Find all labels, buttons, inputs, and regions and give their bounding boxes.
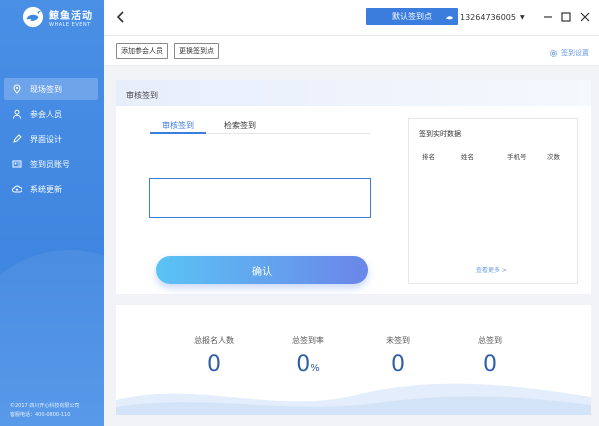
stat-value: 0 — [391, 352, 405, 377]
user-phone: 13264736005 — [460, 12, 516, 22]
user-icon — [13, 109, 21, 119]
stat-label: 未签到 — [386, 336, 410, 345]
sidebar-item-update[interactable]: 系统更新 — [4, 178, 98, 200]
stat-value: 0 — [207, 352, 221, 377]
tab-review-checkin[interactable]: 审核签到 — [162, 120, 194, 131]
pen-icon — [13, 134, 22, 143]
checkin-code-input[interactable] — [149, 178, 371, 218]
sidebar-item-label: 参会人员 — [30, 109, 62, 119]
sidebar-item-attendees[interactable]: 参会人员 — [4, 103, 98, 125]
minimize-icon[interactable] — [542, 11, 554, 23]
maximize-icon[interactable] — [560, 11, 572, 23]
realtime-data-panel: 签到实时数据 排名 姓名 手机号 次数 查看更多 > — [408, 118, 578, 284]
stat-total-checked-in: 总签到 0 — [450, 335, 530, 377]
back-arrow-icon[interactable] — [114, 10, 128, 24]
stat-value: 0 — [483, 352, 497, 377]
sidebar-nav: 现场签到 参会人员 界面设计 签到员账号 系统更新 — [4, 78, 98, 203]
column-rank: 排名 — [422, 153, 435, 161]
column-phone: 手机号 — [507, 153, 527, 161]
checkin-tabs: 审核签到 检索签到 — [150, 120, 370, 134]
sidebar-footer: ©2017 四川开心科技有限公司 客服电话：400-0800-110 — [10, 402, 79, 420]
sidebar-item-label: 现场签到 — [30, 84, 62, 94]
app-name: 鲸鱼活动 — [49, 10, 93, 22]
whale-logo-icon — [22, 6, 44, 28]
sidebar-item-checkin[interactable]: 现场签到 — [4, 78, 98, 100]
change-checkin-point-button[interactable]: 更换签到点 — [174, 43, 219, 59]
add-attendee-button[interactable]: 添加参会人员 — [116, 43, 168, 59]
stat-total-registered: 总报名人数 0 — [174, 335, 254, 377]
confirm-button[interactable]: 确认 — [156, 256, 368, 284]
action-toolbar: 添加参会人员 更换签到点 签到设置 — [104, 36, 599, 66]
app-logo: 鲸鱼活动 WHALE EVENT — [22, 6, 93, 28]
support-phone: 客服电话：400-0800-110 — [10, 412, 71, 418]
sidebar: 鲸鱼活动 WHALE EVENT 现场签到 参会人员 界面设计 签到员账号 系统… — [0, 0, 104, 426]
stat-label: 总签到率 — [292, 336, 324, 345]
sidebar-item-design[interactable]: 界面设计 — [4, 128, 98, 150]
gear-icon — [549, 49, 558, 57]
card-header: 审核签到 — [116, 80, 591, 106]
sidebar-item-label: 签到员账号 — [30, 159, 70, 169]
app-subtitle: WHALE EVENT — [49, 21, 91, 28]
stat-label: 总签到 — [478, 336, 502, 345]
settings-label: 签到设置 — [561, 49, 589, 57]
view-more-link[interactable]: 查看更多 > — [476, 265, 507, 274]
tab-search-checkin[interactable]: 检索签到 — [224, 120, 256, 131]
sidebar-item-label: 界面设计 — [30, 134, 62, 144]
decorative-waves — [116, 383, 591, 415]
avatar — [442, 10, 456, 24]
id-card-icon — [12, 160, 22, 168]
realtime-table-header: 排名 姓名 手机号 次数 — [409, 151, 579, 161]
column-count: 次数 — [547, 153, 560, 161]
copyright-text: ©2017 四川开心科技有限公司 — [10, 403, 80, 409]
panel-title: 签到实时数据 — [419, 130, 461, 138]
sidebar-item-staff-accounts[interactable]: 签到员账号 — [4, 153, 98, 175]
cloud-update-icon — [12, 185, 22, 193]
stat-not-checked-in: 未签到 0 — [358, 335, 438, 377]
column-name: 姓名 — [461, 153, 474, 161]
chevron-down-icon: ▼ — [520, 13, 525, 21]
checkin-settings-link[interactable]: 签到设置 — [549, 48, 589, 58]
user-menu[interactable]: 13264736005 ▼ — [442, 10, 525, 24]
stat-unit: % — [310, 363, 320, 374]
stats-card: 总报名人数 0 总签到率 0% 未签到 0 总签到 0 — [116, 305, 591, 415]
stat-checkin-rate: 总签到率 0% — [268, 335, 348, 377]
location-pin-icon — [13, 84, 21, 94]
sidebar-item-label: 系统更新 — [30, 184, 62, 194]
active-tab-indicator — [150, 132, 206, 134]
top-bar: 默认签到点 13264736005 ▼ — [104, 0, 599, 36]
review-checkin-card: 审核签到 审核签到 检索签到 确认 签到实时数据 排名 姓名 手机号 次数 查看… — [116, 80, 591, 294]
stat-label: 总报名人数 — [194, 336, 234, 345]
stat-value: 0 — [296, 352, 311, 377]
close-icon[interactable] — [579, 11, 591, 23]
